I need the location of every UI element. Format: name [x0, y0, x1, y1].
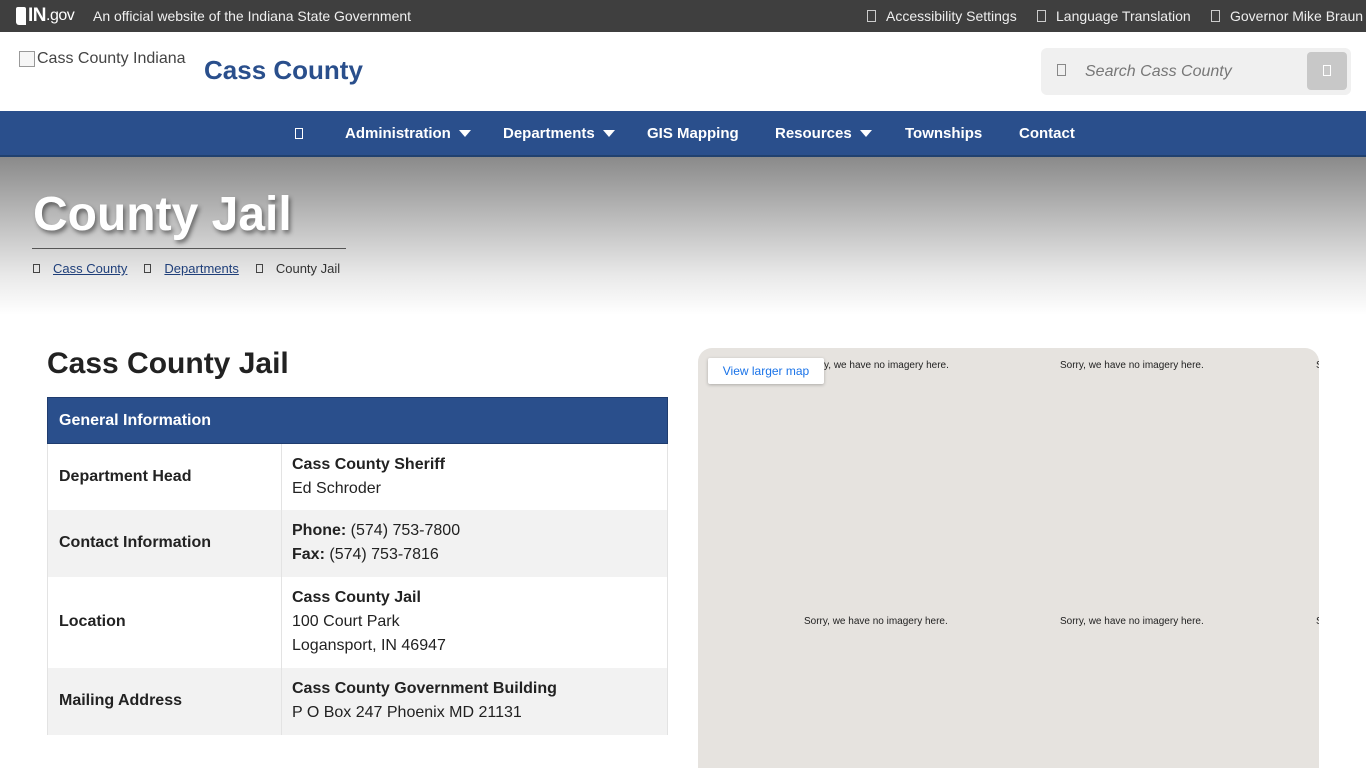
title-divider	[32, 248, 346, 249]
row-value: Cass County Jail 100 Court Park Loganspo…	[281, 576, 668, 668]
page-hero: County Jail Cass County Departments Coun…	[0, 157, 1366, 315]
language-translation-label: Language Translation	[1056, 8, 1191, 24]
phone-label: Phone:	[292, 522, 347, 539]
table-row: Mailing Address Cass County Government B…	[47, 667, 668, 735]
page-title: County Jail	[33, 188, 292, 241]
row-label: Contact Information	[47, 509, 282, 577]
county-logo-alt: Cass County Indiana	[37, 50, 186, 67]
caret-down-icon	[602, 130, 615, 137]
accessibility-settings-link[interactable]: Accessibility Settings	[867, 8, 1017, 24]
embedded-map[interactable]: View larger map y, we have no imagery he…	[698, 348, 1319, 768]
nav-townships[interactable]: Townships	[905, 125, 982, 142]
nav-gis-mapping[interactable]: GIS Mapping	[647, 125, 739, 142]
table-row: Department Head Cass County Sheriff Ed S…	[47, 443, 668, 510]
table-row: Contact Information Phone: (574) 753-780…	[47, 509, 668, 577]
search-submit-button[interactable]	[1307, 52, 1347, 90]
table-row: Location Cass County Jail 100 Court Park…	[47, 576, 668, 668]
governor-link[interactable]: Governor Mike Braun	[1211, 8, 1363, 24]
row-value: Cass County Sheriff Ed Schroder	[281, 443, 668, 510]
map-no-imagery-text: Sorry, we have no imagery here.	[804, 616, 948, 627]
row-value: Cass County Government Building P O Box …	[281, 667, 668, 735]
nav-resources[interactable]: Resources	[775, 125, 872, 142]
governor-icon	[1211, 10, 1220, 22]
nav-townships-label: Townships	[905, 125, 983, 142]
breadcrumb-current: County Jail	[275, 261, 341, 276]
row-label: Location	[47, 576, 282, 668]
nav-contact-label: Contact	[1019, 125, 1075, 142]
nav-administration-label: Administration	[345, 125, 451, 142]
official-website-text: An official website of the Indiana State…	[93, 8, 412, 24]
search-icon	[1057, 64, 1066, 76]
broken-image-icon	[19, 51, 35, 67]
row-label: Department Head	[47, 443, 282, 510]
in-gov-logo-suffix: .gov	[46, 7, 75, 24]
fax-number: (574) 753-7816	[329, 546, 439, 563]
phone-number[interactable]: (574) 753-7800	[351, 522, 460, 539]
content-title: Cass County Jail	[47, 347, 289, 380]
nav-departments[interactable]: Departments	[503, 125, 615, 142]
site-search	[1041, 48, 1351, 95]
county-logo-image[interactable]: Cass County Indiana	[19, 50, 186, 68]
department-head-title: Cass County Sheriff	[292, 455, 445, 473]
accessibility-settings-label: Accessibility Settings	[886, 8, 1017, 24]
row-value: Phone: (574) 753-7800 Fax: (574) 753-781…	[281, 509, 668, 577]
nav-contact[interactable]: Contact	[1019, 125, 1075, 142]
map-no-imagery-text: y, we have no imagery here.	[824, 360, 949, 371]
location-street: 100 Court Park	[292, 613, 400, 630]
row-label: Mailing Address	[47, 667, 282, 735]
breadcrumb-departments[interactable]: Departments	[164, 261, 238, 276]
nav-resources-label: Resources	[775, 125, 852, 142]
main-navigation: Administration Departments GIS Mapping R…	[0, 111, 1366, 157]
search-input[interactable]	[1085, 60, 1295, 84]
in-gov-logo-text: IN	[28, 5, 47, 26]
breadcrumb-separator-icon	[144, 264, 152, 273]
mailing-building: Cass County Government Building	[292, 680, 557, 697]
home-icon[interactable]	[295, 128, 303, 139]
location-name: Cass County Jail	[292, 589, 421, 606]
language-translation-link[interactable]: Language Translation	[1037, 8, 1191, 24]
breadcrumb-cass-county[interactable]: Cass County	[53, 261, 127, 276]
search-submit-icon	[1323, 65, 1331, 76]
location-city: Logansport, IN 46947	[292, 637, 446, 654]
breadcrumb-separator-icon	[255, 264, 263, 273]
in-gov-logo[interactable]: IN .gov	[16, 5, 75, 26]
map-no-imagery-text: Sorry, we have no imagery here.	[1060, 616, 1204, 627]
nav-administration[interactable]: Administration	[345, 125, 471, 142]
caret-down-icon	[859, 130, 872, 137]
view-larger-map-link[interactable]: View larger map	[708, 358, 824, 384]
fax-label: Fax:	[292, 546, 325, 563]
map-no-imagery-edge: S	[1316, 616, 1319, 627]
breadcrumb: Cass County Departments County Jail	[33, 261, 340, 276]
site-header: Cass County Indiana Cass County	[0, 32, 1366, 111]
mailing-po-box: P O Box 247 Phoenix MD 21131	[292, 704, 522, 721]
indiana-state-icon	[16, 7, 26, 25]
general-information-table: General Information Department Head Cass…	[47, 397, 668, 735]
breadcrumb-home-icon	[33, 264, 40, 273]
language-icon	[1037, 10, 1046, 22]
site-title[interactable]: Cass County	[204, 55, 363, 86]
state-topbar: IN .gov An official website of the Indian…	[0, 0, 1366, 32]
caret-down-icon	[458, 130, 471, 137]
governor-label: Governor Mike Braun	[1230, 8, 1364, 24]
accessibility-icon	[867, 10, 876, 22]
table-header-row: General Information	[47, 397, 668, 444]
map-no-imagery-edge: S	[1316, 360, 1319, 371]
table-header: General Information	[47, 397, 668, 444]
map-no-imagery-text: Sorry, we have no imagery here.	[1060, 360, 1204, 371]
department-head-name: Ed Schroder	[292, 479, 381, 497]
nav-departments-label: Departments	[503, 125, 595, 142]
nav-gis-mapping-label: GIS Mapping	[647, 125, 739, 142]
